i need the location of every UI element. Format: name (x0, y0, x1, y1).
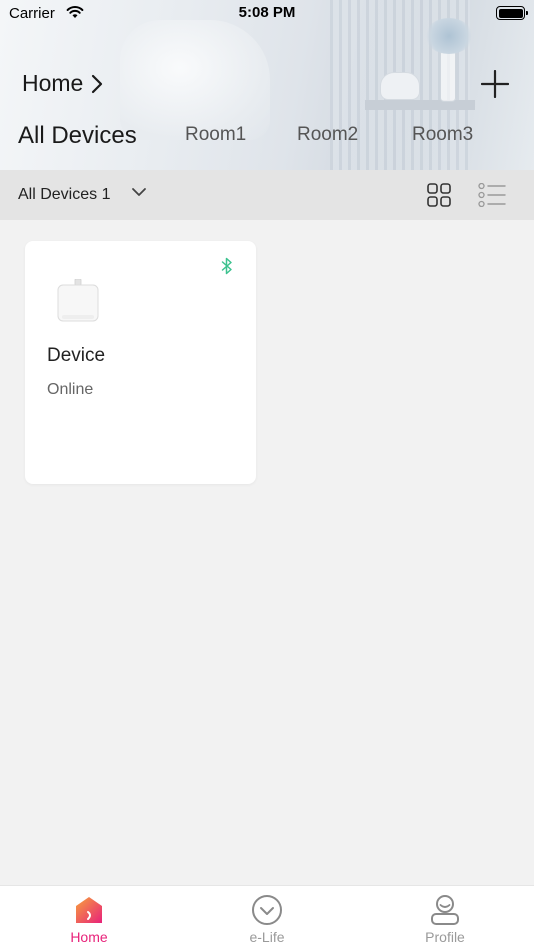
device-name: Device (47, 345, 106, 366)
tab-room1[interactable]: Room1 (185, 124, 246, 146)
room-tabs: All Devices Room1 Room2 Room3 (18, 122, 518, 160)
elife-icon (252, 895, 282, 925)
status-bar: Carrier 5:08 PM (0, 0, 534, 28)
vase-decoration (440, 50, 456, 102)
profile-icon (431, 895, 459, 925)
bluetooth-icon (221, 257, 232, 275)
device-filter-dropdown[interactable]: All Devices 1 (18, 186, 110, 204)
tab-elife-label: e-Life (249, 929, 285, 945)
battery-icon (496, 6, 528, 20)
device-status: Online (47, 381, 94, 398)
teapot-decoration (380, 72, 420, 100)
device-card[interactable]: Device Online (25, 241, 256, 484)
bottom-tab-bar: Home e-Life Profile (0, 885, 534, 950)
tab-profile-label: Profile (425, 929, 465, 945)
home-icon (76, 897, 102, 923)
chevron-down-icon[interactable] (131, 187, 147, 197)
add-icon[interactable] (481, 70, 509, 98)
list-view-icon[interactable] (478, 183, 506, 207)
tab-room3[interactable]: Room3 (412, 124, 473, 146)
pillow-decoration (120, 20, 270, 140)
filter-bar: All Devices 1 (0, 170, 534, 220)
tab-elife[interactable]: e-Life (207, 886, 327, 950)
tab-room2[interactable]: Room2 (297, 124, 358, 146)
tab-profile[interactable]: Profile (385, 886, 505, 950)
shelf-decoration (365, 100, 475, 110)
clock: 5:08 PM (238, 4, 296, 21)
home-selector[interactable]: Home (22, 70, 103, 97)
home-title: Home (22, 70, 84, 96)
tab-home[interactable]: Home (29, 886, 149, 950)
tab-all-devices[interactable]: All Devices (18, 122, 137, 150)
chevron-right-icon (92, 74, 103, 93)
device-thumbnail-icon (57, 279, 99, 322)
tab-home-label: Home (70, 929, 108, 945)
grid-view-icon[interactable] (427, 183, 451, 207)
